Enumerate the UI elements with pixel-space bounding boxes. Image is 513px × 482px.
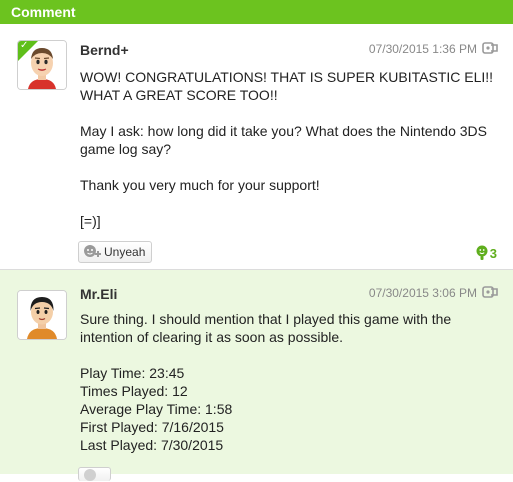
- comment-section-header: Comment: [0, 0, 513, 24]
- timestamp: 07/30/2015 3:06 PM: [368, 286, 477, 300]
- spoiler-icon: [482, 42, 498, 54]
- comment-item: Mr.Eli 07/30/2015 3:06 PM Sure thing. I …: [0, 270, 513, 481]
- username[interactable]: Mr.Eli: [80, 286, 117, 302]
- comment-paragraph: Play Time: 23:45 Times Played: 12 Averag…: [80, 365, 233, 453]
- comment-body: Sure thing. I should mention that I play…: [80, 310, 500, 454]
- comment-paragraph: Thank you very much for your support!: [80, 177, 320, 193]
- avatar[interactable]: ✓: [17, 40, 67, 90]
- mii-avatar-image: [18, 291, 66, 339]
- yeah-face-icon: [84, 468, 96, 481]
- yeah-count-value: 3: [489, 245, 497, 261]
- timestamp: 07/30/2015 1:36 PM: [368, 42, 477, 56]
- comment-paragraph: [=)]: [80, 213, 101, 229]
- section-title: Comment: [11, 4, 76, 20]
- checkmark-icon: ✓: [20, 40, 29, 51]
- yeah-face-icon: [84, 245, 101, 257]
- spoiler-icon: [482, 286, 498, 298]
- comment-paragraph: WOW! CONGRATULATIONS! THAT IS SUPER KUBI…: [80, 69, 494, 103]
- comment-paragraph: Sure thing. I should mention that I play…: [80, 311, 452, 345]
- username[interactable]: Bernd+: [80, 42, 129, 58]
- yeah-button[interactable]: [78, 467, 111, 481]
- unyeah-button[interactable]: Unyeah: [78, 241, 153, 263]
- yeah-count[interactable]: 3: [476, 245, 497, 261]
- yeah-count-icon: [476, 245, 488, 260]
- comment-body: WOW! CONGRATULATIONS! THAT IS SUPER KUBI…: [80, 68, 500, 230]
- comment-paragraph: May I ask: how long did it take you? Wha…: [80, 123, 488, 157]
- comment-item: ✓ Bernd+ 07/30/2015 1:36 PM WOW! CONGRAT…: [0, 24, 513, 270]
- unyeah-label: Unyeah: [104, 245, 146, 259]
- avatar[interactable]: [17, 290, 67, 340]
